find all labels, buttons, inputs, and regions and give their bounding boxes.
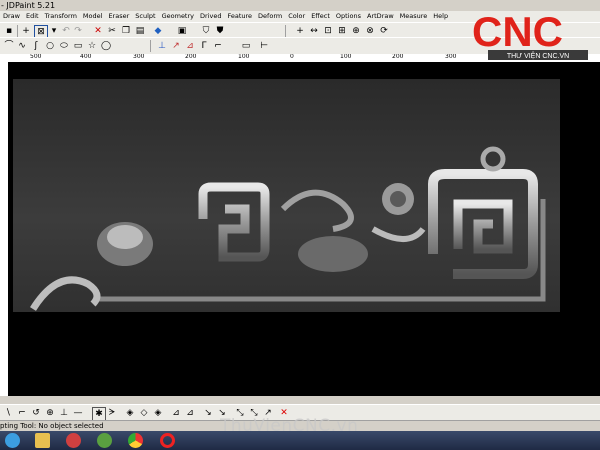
app-2-icon[interactable]: [97, 433, 112, 448]
sculpt-5-icon[interactable]: ⊥: [58, 407, 70, 419]
ruler-label: 300: [445, 54, 457, 60]
sculpt-7-icon[interactable]: ✱: [92, 407, 106, 421]
shield-icon[interactable]: ⛉: [200, 25, 212, 37]
sculpt-12-icon[interactable]: ⊿: [170, 407, 182, 419]
undo-arrow-icon[interactable]: ↶: [60, 25, 72, 37]
ruler-label: 200: [392, 54, 404, 60]
sculpt-14-icon[interactable]: ↘: [202, 407, 214, 419]
ruler-label: 300: [133, 54, 145, 60]
menu-geometry[interactable]: Geometry: [159, 11, 197, 22]
sculpt-4-icon[interactable]: ⊕: [44, 407, 56, 419]
sculpt-8-icon[interactable]: ᗒ: [106, 407, 118, 419]
ruler-label: 100: [238, 54, 250, 60]
ruler-label: 500: [30, 54, 42, 60]
view-3d-icon[interactable]: ⟳: [378, 25, 390, 37]
rectangle-icon[interactable]: ▭: [72, 40, 84, 52]
menu-sculpt[interactable]: Sculpt: [132, 11, 158, 22]
menu-help[interactable]: Help: [430, 11, 451, 22]
redo-icon[interactable]: ↷: [72, 25, 84, 37]
spline-icon[interactable]: ʃ: [30, 40, 42, 52]
relief-panel: [13, 79, 560, 312]
coin-hole: [390, 191, 406, 207]
status-text: pting Tool: No object selected: [0, 422, 104, 430]
rotate-icon[interactable]: ⊗: [364, 25, 376, 37]
circle-icon[interactable]: ○: [44, 40, 56, 52]
start-icon[interactable]: [5, 433, 20, 448]
star-icon[interactable]: ☆: [86, 40, 98, 52]
sculpt-2-icon[interactable]: ⌐: [16, 407, 28, 419]
logo-brand: CNC: [472, 8, 563, 55]
zoom-fit-icon[interactable]: ⊡: [322, 25, 334, 37]
tool-icon[interactable]: ⊢: [258, 40, 270, 52]
menu-effect[interactable]: Effect: [308, 11, 333, 22]
menu-edit[interactable]: Edit: [23, 11, 42, 22]
sculpt-3-icon[interactable]: ↺: [30, 407, 42, 419]
opera-icon[interactable]: [160, 433, 175, 448]
menu-model[interactable]: Model: [80, 11, 106, 22]
menu-drived[interactable]: Drived: [197, 11, 224, 22]
cut-icon[interactable]: ✂: [106, 25, 118, 37]
menu-eraser[interactable]: Eraser: [105, 11, 132, 22]
zoom-in-icon[interactable]: ⊞: [336, 25, 348, 37]
save-icon[interactable]: ▪: [3, 25, 15, 37]
watermark: ThuVienCNC.vn: [220, 416, 359, 436]
menu-deform[interactable]: Deform: [255, 11, 285, 22]
app-icon[interactable]: [66, 433, 81, 448]
toolbar-separator: [150, 40, 151, 52]
menu-options[interactable]: Options: [333, 11, 364, 22]
menu-color[interactable]: Color: [285, 11, 308, 22]
delete-icon[interactable]: ✕: [92, 25, 104, 37]
view-icon[interactable]: ▣: [176, 25, 188, 37]
ellipse-icon[interactable]: ⬭: [58, 40, 70, 52]
line-icon[interactable]: ↗: [170, 40, 182, 52]
shield-2-icon[interactable]: ⛊: [214, 25, 226, 37]
ruler-label: 400: [80, 54, 92, 60]
crosshair-icon[interactable]: +: [20, 25, 32, 37]
folder-icon[interactable]: [35, 433, 50, 448]
poly-icon[interactable]: ◯: [100, 40, 112, 52]
logo-subtitle: THƯ VIỆN CNC.VN: [507, 51, 569, 60]
move-icon[interactable]: +: [294, 25, 306, 37]
sculpt-11-icon[interactable]: ◈: [152, 407, 164, 419]
sculpt-10-icon[interactable]: ◇: [138, 407, 150, 419]
layer-icon[interactable]: ◆: [152, 25, 164, 37]
toolbar-separator: [285, 25, 286, 37]
copy-icon[interactable]: ❐: [120, 25, 132, 37]
toolbar-separator: [17, 25, 18, 37]
sculpt-1-icon[interactable]: ∖: [2, 407, 14, 419]
curve-icon[interactable]: ∿: [16, 40, 28, 52]
extend-icon[interactable]: Γ: [198, 40, 210, 52]
chrome-icon[interactable]: [128, 433, 143, 448]
edit-icon[interactable]: ▭: [240, 40, 252, 52]
undo-icon[interactable]: ▾: [48, 25, 60, 37]
sculpt-9-icon[interactable]: ◈: [124, 407, 136, 419]
sculpt-6-icon[interactable]: —: [72, 407, 84, 419]
window-title: - JDPaint 5.21: [1, 1, 56, 10]
trim-icon[interactable]: ⊿: [184, 40, 196, 52]
node-icon[interactable]: ⊥: [156, 40, 168, 52]
paste-icon[interactable]: ▤: [134, 25, 146, 37]
menu-feature[interactable]: Feature: [224, 11, 255, 22]
sculpt-13-icon[interactable]: ⊿: [184, 407, 196, 419]
menu-transform[interactable]: Transform: [42, 11, 80, 22]
menu-measure[interactable]: Measure: [397, 11, 431, 22]
ruler-label: 200: [185, 54, 197, 60]
lotus-center: [107, 225, 143, 249]
menu-draw[interactable]: Draw: [0, 11, 23, 22]
ruler-label: 0: [290, 54, 294, 60]
arc-icon[interactable]: ⌒: [3, 40, 15, 52]
ruler-label: 100: [340, 54, 352, 60]
pan-icon[interactable]: ↔: [308, 25, 320, 37]
menu-artdraw[interactable]: ArtDraw: [364, 11, 397, 22]
cnc-logo: CNC THƯ VIỆN CNC.VN: [472, 8, 588, 60]
leaf-ornament: [298, 236, 368, 272]
offset-icon[interactable]: ⌐: [212, 40, 224, 52]
zoom-out-icon[interactable]: ⊕: [350, 25, 362, 37]
